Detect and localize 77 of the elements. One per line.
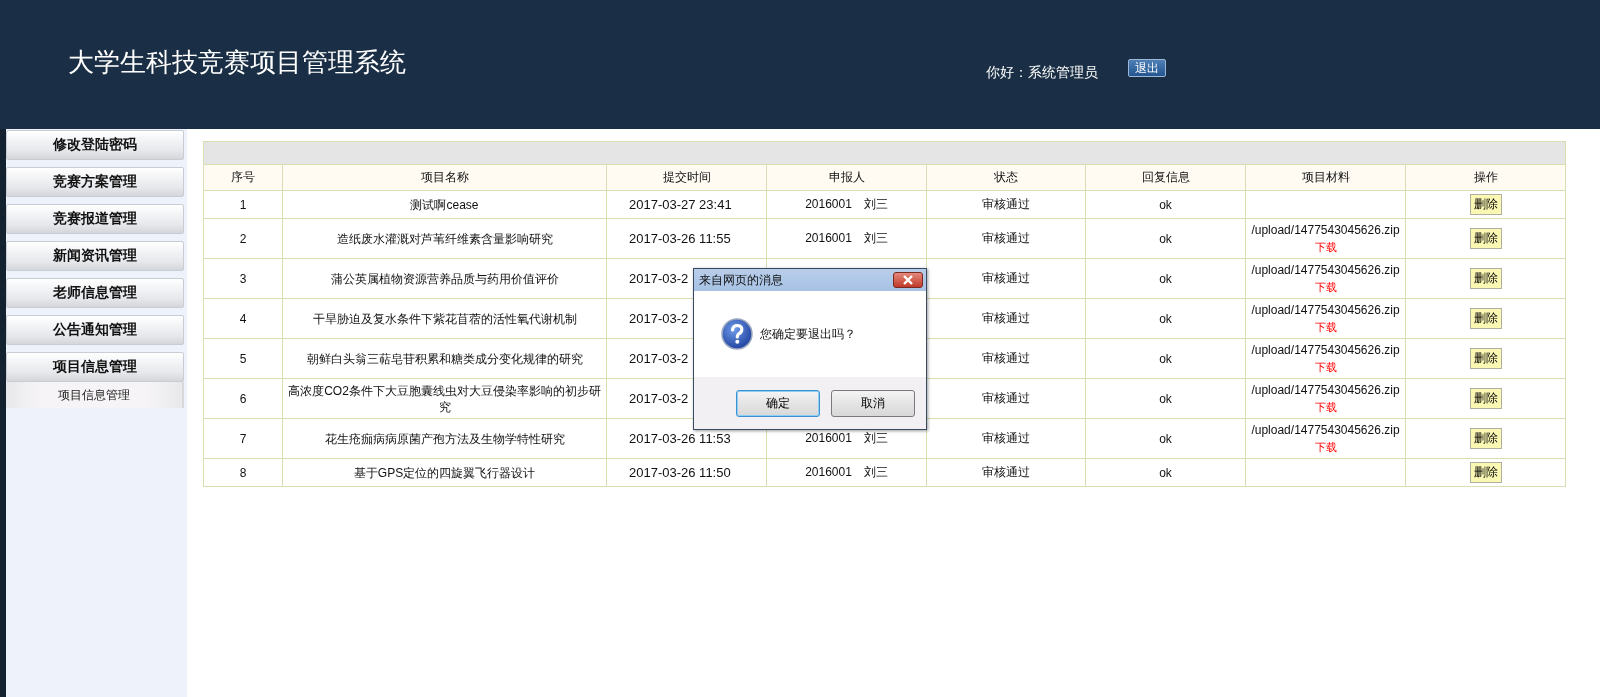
confirm-button[interactable]: 确定 bbox=[736, 389, 820, 417]
sidebar-menu-item[interactable]: 修改登陆密码 bbox=[6, 130, 184, 160]
delete-button[interactable]: 删除 bbox=[1469, 388, 1502, 409]
table-cell: 蒲公英属植物资源营养品质与药用价值评价 bbox=[282, 258, 607, 299]
applicant-text: 2016001 刘三 bbox=[805, 465, 888, 479]
table-cell: 审核通过 bbox=[926, 458, 1086, 487]
sidebar-menu-item[interactable]: 老师信息管理 bbox=[6, 278, 184, 308]
greeting-text: 你好：系统管理员 bbox=[986, 63, 1098, 82]
table-cell: 8 bbox=[203, 458, 283, 487]
download-link[interactable]: 下载 bbox=[1314, 400, 1337, 413]
delete-button[interactable]: 删除 bbox=[1469, 348, 1502, 369]
table-cell: 花生疮痂病病原菌产孢方法及生物学特性研究 bbox=[282, 418, 607, 459]
close-button[interactable] bbox=[893, 272, 923, 288]
column-header: 操作 bbox=[1405, 164, 1566, 191]
table-cell: 2017-03-26 11:55 bbox=[606, 218, 767, 259]
delete-button[interactable]: 删除 bbox=[1469, 308, 1502, 329]
download-link[interactable]: 下载 bbox=[1314, 320, 1337, 333]
file-path-text: /upload/1477543045626.zip bbox=[1251, 421, 1400, 439]
column-header: 申报人 bbox=[766, 164, 927, 191]
applicant-text: 2016001 刘三 bbox=[805, 197, 888, 211]
table-cell: 审核通过 bbox=[926, 218, 1086, 259]
table-cell: 1 bbox=[203, 190, 283, 219]
table-cell: 2017-03-26 11:50 bbox=[606, 458, 767, 487]
table-cell: 朝鲜白头翁三萜皂苷积累和糖类成分变化规律的研究 bbox=[282, 338, 607, 379]
file-path-text: /upload/1477543045626.zip bbox=[1251, 381, 1400, 399]
table-cell: 干旱胁迫及复水条件下紫花苜蓿的活性氧代谢机制 bbox=[282, 298, 607, 339]
column-header: 项目材料 bbox=[1245, 164, 1406, 191]
delete-button[interactable]: 删除 bbox=[1469, 194, 1502, 215]
file-path-text: /upload/1477543045626.zip bbox=[1251, 341, 1400, 359]
table-cell: ok bbox=[1085, 338, 1246, 379]
column-header: 状态 bbox=[926, 164, 1086, 191]
sidebar-menu-item[interactable]: 新闻资讯管理 bbox=[6, 241, 184, 271]
table-cell: ok bbox=[1085, 298, 1246, 339]
sidebar-menu-item[interactable]: 竞赛报道管理 bbox=[6, 204, 184, 234]
table-cell: 造纸废水灌溉对芦苇纤维素含量影响研究 bbox=[282, 218, 607, 259]
table-cell: ok bbox=[1085, 418, 1246, 459]
question-icon bbox=[721, 318, 753, 350]
column-header: 提交时间 bbox=[606, 164, 767, 191]
download-link[interactable]: 下载 bbox=[1314, 280, 1337, 293]
table-cell: 高浓度CO2条件下大豆胞囊线虫对大豆侵染率影响的初步研究 bbox=[282, 378, 607, 419]
delete-button[interactable]: 删除 bbox=[1469, 228, 1502, 249]
table-cell: 5 bbox=[203, 338, 283, 379]
delete-button[interactable]: 删除 bbox=[1469, 268, 1502, 289]
column-header: 回复信息 bbox=[1085, 164, 1246, 191]
download-link[interactable]: 下载 bbox=[1314, 360, 1337, 373]
system-title: 大学生科技竞赛项目管理系统 bbox=[68, 46, 406, 79]
table-cell: 测试啊cease bbox=[282, 190, 607, 219]
column-header: 序号 bbox=[203, 164, 283, 191]
cancel-button[interactable]: 取消 bbox=[831, 389, 915, 417]
applicant-text: 2016001 刘三 bbox=[805, 231, 888, 245]
table-cell: 4 bbox=[203, 298, 283, 339]
sidebar-menu-item[interactable]: 公告通知管理 bbox=[6, 315, 184, 345]
table-cell: 基于GPS定位的四旋翼飞行器设计 bbox=[282, 458, 607, 487]
delete-button[interactable]: 删除 bbox=[1469, 462, 1502, 483]
table-cell: 审核通过 bbox=[926, 190, 1086, 219]
table-cell: ok bbox=[1085, 258, 1246, 299]
table-cell: ok bbox=[1085, 458, 1246, 487]
table-cell: 7 bbox=[203, 418, 283, 459]
file-path-text: /upload/1477543045626.zip bbox=[1251, 261, 1400, 279]
file-path-text: /upload/1477543045626.zip bbox=[1251, 301, 1400, 319]
sidebar-submenu-item[interactable]: 项目信息管理 bbox=[6, 382, 184, 408]
table-cell: 2017-03-27 23:41 bbox=[606, 190, 767, 219]
download-link[interactable]: 下载 bbox=[1314, 440, 1337, 453]
table-cell: ok bbox=[1085, 218, 1246, 259]
applicant-text: 2016001 刘三 bbox=[805, 431, 888, 445]
table-cell: 2 bbox=[203, 218, 283, 259]
delete-button[interactable]: 删除 bbox=[1469, 428, 1502, 449]
sidebar-menu-item[interactable]: 竞赛方案管理 bbox=[6, 167, 184, 197]
sidebar-menu-item[interactable]: 项目信息管理 bbox=[6, 352, 184, 382]
file-path-text: /upload/1477543045626.zip bbox=[1251, 221, 1400, 239]
table-cell: ok bbox=[1085, 190, 1246, 219]
logout-button[interactable]: 退出 bbox=[1128, 58, 1166, 77]
table-cell: ok bbox=[1085, 378, 1246, 419]
table-cell: 6 bbox=[203, 378, 283, 419]
table-cell: 3 bbox=[203, 258, 283, 299]
column-header: 项目名称 bbox=[282, 164, 607, 191]
download-link[interactable]: 下载 bbox=[1314, 240, 1337, 253]
